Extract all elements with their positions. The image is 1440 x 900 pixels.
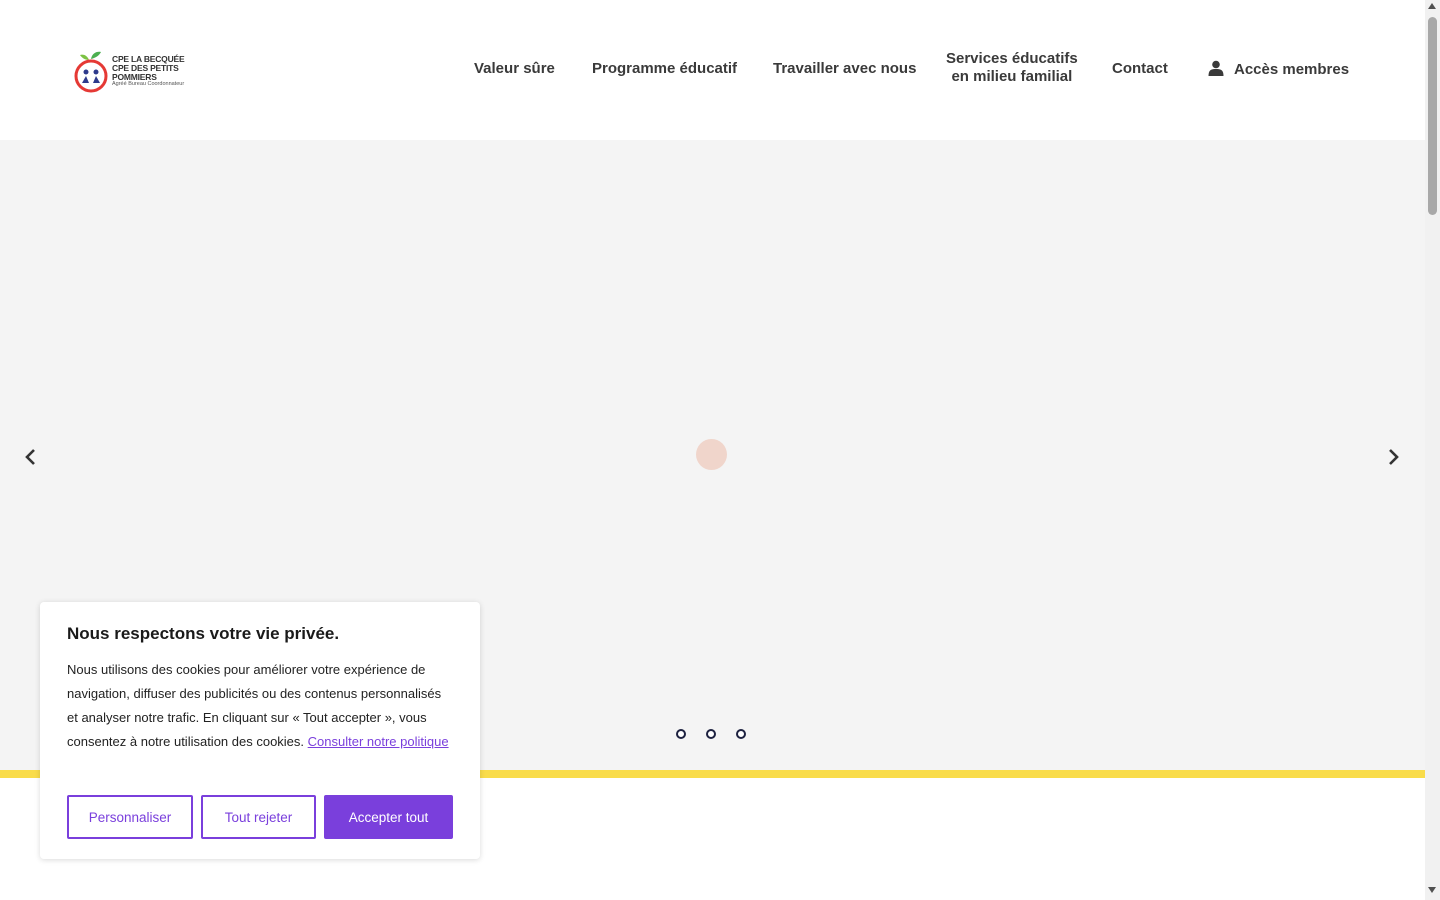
- scrollbar-thumb[interactable]: [1428, 17, 1437, 215]
- cookie-policy-link[interactable]: Consulter notre politique: [308, 734, 449, 749]
- slider-dot-1[interactable]: [676, 729, 686, 739]
- user-icon: [1208, 60, 1224, 81]
- acces-membres-label: Accès membres: [1234, 61, 1350, 78]
- nav-item-travailler-avec-nous[interactable]: Travailler avec nous: [773, 60, 916, 78]
- logo-line-3: Agréé Bureau Coordonnateur: [112, 80, 185, 87]
- apple-logo-icon: [72, 49, 110, 93]
- page-scrollbar[interactable]: [1425, 0, 1440, 900]
- reject-all-button[interactable]: Tout rejeter: [201, 795, 316, 839]
- customize-button[interactable]: Personnaliser: [67, 795, 193, 839]
- site-header: CPE LA BECQUÉE CPE DES PETITS POMMIERS A…: [0, 0, 1425, 140]
- nav-item-services-line-2: en milieu familial: [951, 68, 1073, 85]
- cookie-consent-banner: Nous respectons votre vie privée. Nous u…: [40, 602, 480, 859]
- slider-pagination: [676, 729, 746, 739]
- slider-loading-indicator: [696, 439, 727, 470]
- chevron-left-icon: [25, 449, 35, 465]
- cookie-banner-text: Nous utilisons des cookies pour améliore…: [67, 658, 452, 754]
- slider-dot-2[interactable]: [706, 729, 716, 739]
- slider-prev-button[interactable]: [18, 445, 42, 469]
- cookie-banner-title: Nous respectons votre vie privée.: [67, 624, 340, 643]
- nav-item-acces-membres[interactable]: Accès membres: [1208, 60, 1349, 81]
- scroll-down-arrow-icon[interactable]: [1428, 887, 1436, 893]
- accept-all-button[interactable]: Accepter tout: [324, 795, 453, 839]
- nav-item-services-line-1: Services éducatifs: [946, 50, 1078, 67]
- nav-item-services-educatifs[interactable]: Services éducatifs en milieu familial: [946, 50, 1078, 86]
- nav-item-contact[interactable]: Contact: [1112, 60, 1168, 78]
- nav-item-programme-educatif[interactable]: Programme éducatif: [592, 60, 737, 78]
- chevron-right-icon: [1389, 449, 1399, 465]
- scroll-up-arrow-icon[interactable]: [1428, 3, 1436, 9]
- site-logo[interactable]: CPE LA BECQUÉE CPE DES PETITS POMMIERS A…: [72, 48, 212, 94]
- nav-item-valeur-sure[interactable]: Valeur sûre: [474, 60, 555, 78]
- slider-dot-3[interactable]: [736, 729, 746, 739]
- logo-line-2: CPE DES PETITS POMMIERS: [112, 62, 179, 82]
- slider-next-button[interactable]: [1382, 445, 1406, 469]
